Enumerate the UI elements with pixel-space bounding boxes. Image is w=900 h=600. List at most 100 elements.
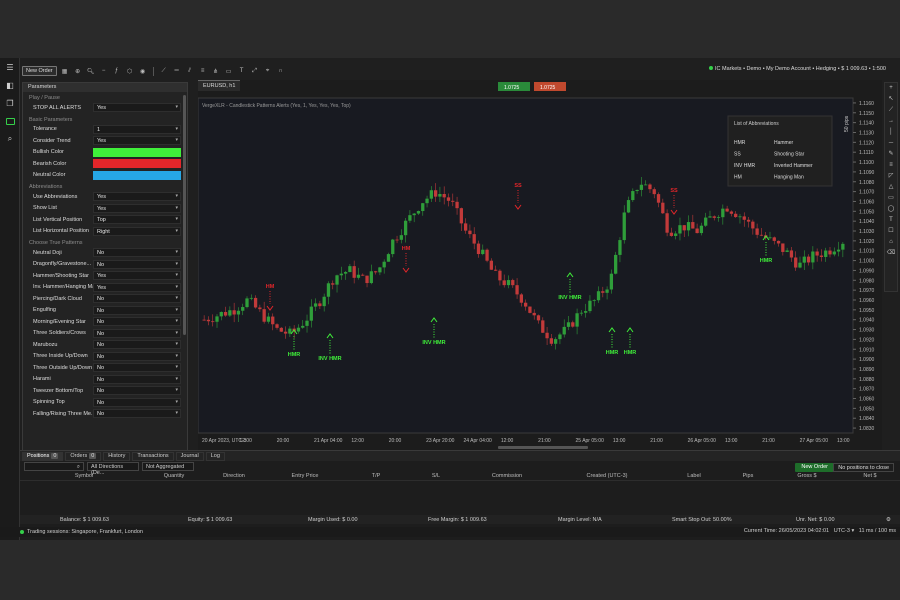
column-header[interactable]: Symbol [24,473,144,479]
column-header[interactable]: Created (UTC-3) [548,473,666,479]
line-tool-icon[interactable]: ⟋ [159,68,169,75]
settings-gear-icon[interactable]: ⚙ [886,517,891,523]
tab-history[interactable]: History [103,451,131,461]
pitchfork-icon[interactable]: ⋔ [211,68,221,75]
column-header[interactable]: Quantity [144,473,204,479]
params-scrollbar[interactable] [183,95,186,335]
column-header[interactable]: Direction [204,473,264,479]
copy-icon[interactable]: ❐ [0,94,20,112]
callout-icon[interactable]: ☐ [885,226,897,237]
hline-tool-icon[interactable]: ═ [172,68,182,74]
tab-transactions[interactable]: Transactions [132,451,174,461]
close-all-button[interactable]: No positions to close [833,463,894,472]
automate-icon[interactable] [0,112,20,130]
new-order-button[interactable]: New Order [22,66,57,76]
pencil-icon[interactable]: ✎ [885,149,897,160]
pointer-icon[interactable]: ↖ [885,94,897,105]
chart-h-scrollbar[interactable] [498,446,588,449]
zoom-in-icon[interactable]: 🔍︎ [86,68,96,75]
timezone-select[interactable]: UTC-3 [834,528,850,534]
rectangle-tool-icon[interactable]: ▭ [224,68,234,75]
analyze-icon[interactable]: ⌕ [0,130,20,148]
param-value-select[interactable]: Yes [93,282,181,292]
column-header[interactable]: Net $ [840,473,900,479]
trash-icon[interactable]: ⌫ [885,248,897,259]
account-info[interactable]: IC Markets • Demo • My Demo Account • He… [708,66,886,72]
symbol-search-input[interactable]: ⌕ [24,462,84,471]
color-swatch[interactable] [93,159,181,169]
sell-price-button[interactable]: 1.0725 [498,82,530,91]
column-header[interactable]: Commission [466,473,548,479]
cursor-icon[interactable]: ⌖ [263,68,273,75]
param-value-select[interactable]: No [93,397,181,407]
menu-icon[interactable]: ☰ [0,58,20,76]
param-value-select[interactable]: No [93,328,181,338]
triangle-icon[interactable]: △ [885,182,897,193]
param-value-select[interactable]: Yes [93,203,181,213]
eye-icon[interactable]: ◉ [138,68,148,75]
tab-log[interactable]: Log [205,451,225,461]
candle-body [459,208,463,224]
aggregation-filter[interactable]: Not Aggregated [142,462,194,471]
param-value-select[interactable]: Yes [93,103,181,113]
text-tool-icon[interactable]: T [237,68,247,74]
rectangle-icon[interactable]: ▭ [885,193,897,204]
param-value-select[interactable]: Yes [93,136,181,146]
param-value-select[interactable]: 1 [93,124,181,134]
indicator-icon[interactable]: ƒ [112,68,122,74]
param-value-select[interactable]: No [93,409,181,419]
magnet-icon[interactable]: ∩ [276,68,286,74]
measure-tool-icon[interactable]: ⤢ [250,68,260,75]
color-swatch[interactable] [93,147,181,157]
param-value-select[interactable]: Yes [93,192,181,202]
tab-orders[interactable]: Orders 0 [65,451,102,461]
color-swatch[interactable] [93,170,181,180]
channel-tool-icon[interactable]: ⫽ [185,68,195,75]
column-header[interactable]: T/P [346,473,406,479]
param-value-select[interactable]: No [93,374,181,384]
param-value-select[interactable]: No [93,305,181,315]
price-chart[interactable]: 1.1160 1.1150 1.1140 1.1130 1.1120 1.1110 1.11… [198,80,882,470]
column-header[interactable]: Pips [722,473,774,479]
column-header[interactable]: S/L [406,473,466,479]
column-header[interactable]: Label [666,473,722,479]
horizontal-line-icon[interactable]: ─ [885,138,897,149]
trade-icon[interactable]: ◧ [0,76,20,94]
bottom-tabs: Positions 0 Orders 0 History Transactions Jour… [20,451,900,461]
column-header[interactable]: Gross $ [774,473,840,479]
param-value-select[interactable]: Right [93,226,181,236]
price-tick-label: 1.0950 [859,308,875,314]
fibonacci-icon[interactable]: ≡ [885,160,897,171]
param-value-select[interactable]: No [93,294,181,304]
ellipse-icon[interactable]: ◯ [885,204,897,215]
timeframe-icon[interactable]: ⊕ [73,68,83,75]
ray-icon[interactable]: → [885,116,897,127]
column-header[interactable]: Entry Price [264,473,346,479]
param-value-select[interactable]: No [93,340,181,350]
param-value-select[interactable]: Top [93,215,181,225]
trendline-icon[interactable]: ⟋ [885,105,897,116]
param-value-select[interactable]: No [93,386,181,396]
vertical-line-icon[interactable]: │ [885,127,897,138]
param-value-select[interactable]: No [93,248,181,258]
tab-positions[interactable]: Positions 0 [22,451,64,461]
gann-icon[interactable]: ◸ [885,171,897,182]
param-value-select[interactable]: No [93,317,181,327]
template-icon[interactable]: ⬡ [125,68,135,75]
lock-icon[interactable]: ⌂ [885,237,897,248]
crosshair-icon[interactable]: + [885,83,897,94]
text-icon[interactable]: T [885,215,897,226]
directions-filter[interactable]: All Directions (De... [87,462,139,476]
tab-journal[interactable]: Journal [175,451,204,461]
param-value-select[interactable]: No [93,259,181,269]
param-value-select[interactable]: No [93,351,181,361]
chart-type-icon[interactable]: ▦ [60,68,70,75]
param-value-select[interactable]: Yes [93,271,181,281]
fib-tool-icon[interactable]: ≡ [198,68,208,74]
param-value-select[interactable]: No [93,363,181,373]
buy-price-button[interactable]: 1.0725 [534,82,566,91]
price-tick-label: 1.0910 [859,347,875,353]
zoom-out-icon[interactable]: − [99,68,109,74]
candle-body [644,184,648,186]
new-order-green-button[interactable]: New Order [795,463,834,472]
